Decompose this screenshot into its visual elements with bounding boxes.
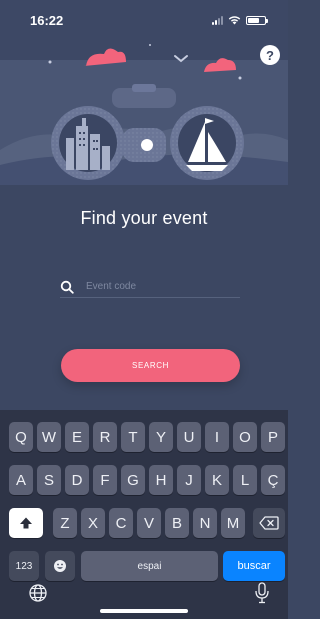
keyboard-row-4: 123 espai buscar	[0, 551, 288, 581]
microphone-icon[interactable]	[254, 582, 270, 604]
key-d[interactable]: D	[65, 465, 89, 495]
home-indicator	[100, 609, 188, 613]
key-x[interactable]: X	[81, 508, 105, 538]
key-i[interactable]: I	[205, 422, 229, 452]
backspace-key[interactable]	[253, 508, 285, 538]
status-bar: 16:22	[0, 0, 288, 40]
help-button[interactable]: ?	[260, 45, 280, 65]
key-g[interactable]: G	[121, 465, 145, 495]
key-y[interactable]: Y	[149, 422, 173, 452]
emoji-icon	[54, 560, 66, 572]
key-j[interactable]: J	[177, 465, 201, 495]
shift-icon	[20, 517, 32, 529]
key-l[interactable]: L	[233, 465, 257, 495]
status-icons	[212, 15, 268, 25]
emoji-key[interactable]	[45, 551, 75, 581]
numbers-key[interactable]: 123	[9, 551, 39, 581]
key-o[interactable]: O	[233, 422, 257, 452]
event-code-search-field[interactable]	[60, 276, 240, 298]
key-v[interactable]: V	[137, 508, 161, 538]
key-z[interactable]: Z	[53, 508, 77, 538]
help-icon: ?	[266, 47, 274, 63]
key-t[interactable]: T	[121, 422, 145, 452]
key-w[interactable]: W	[37, 422, 61, 452]
globe-icon[interactable]	[28, 583, 48, 603]
key-c-cedilla[interactable]: Ç	[261, 465, 285, 495]
keyboard-row-1: Q W E R T Y U I O P	[0, 422, 288, 452]
cellular-signal-icon	[212, 15, 223, 25]
key-m[interactable]: M	[221, 508, 245, 538]
keyboard-row-2: A S D F G H J K L Ç	[0, 465, 288, 495]
battery-icon	[246, 15, 268, 25]
key-p[interactable]: P	[261, 422, 285, 452]
status-time: 16:22	[30, 12, 64, 28]
key-n[interactable]: N	[193, 508, 217, 538]
key-k[interactable]: K	[205, 465, 229, 495]
key-b[interactable]: B	[165, 508, 189, 538]
key-e[interactable]: E	[65, 422, 89, 452]
key-r[interactable]: R	[93, 422, 117, 452]
key-q[interactable]: Q	[9, 422, 33, 452]
wifi-icon	[228, 16, 241, 25]
page-title: Find your event	[80, 208, 208, 228]
keyboard-row-3: Z X C V B N M	[0, 508, 288, 538]
return-key[interactable]: buscar	[223, 551, 285, 581]
backspace-icon	[259, 516, 279, 530]
magnifier-icon	[60, 280, 74, 294]
key-s[interactable]: S	[37, 465, 61, 495]
key-h[interactable]: H	[149, 465, 173, 495]
key-u[interactable]: U	[177, 422, 201, 452]
search-button[interactable]: SEARCH	[61, 349, 240, 382]
key-f[interactable]: F	[93, 465, 117, 495]
key-a[interactable]: A	[9, 465, 33, 495]
key-c[interactable]: C	[109, 508, 133, 538]
shift-key[interactable]	[9, 508, 43, 538]
event-code-input[interactable]	[86, 281, 226, 292]
onscreen-keyboard: Q W E R T Y U I O P A S D F G H J K L Ç …	[0, 410, 288, 619]
space-key[interactable]: espai	[81, 551, 218, 581]
